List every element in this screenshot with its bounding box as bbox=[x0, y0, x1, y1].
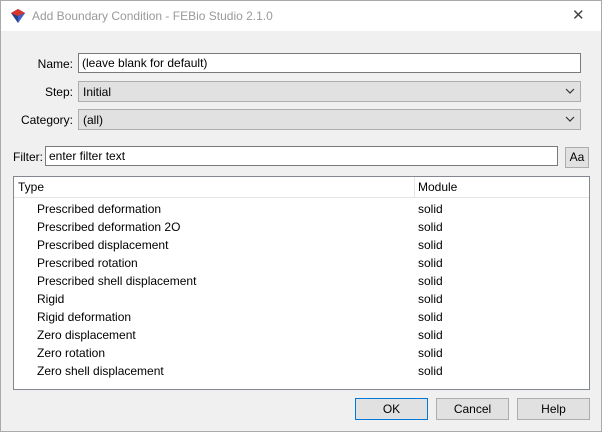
column-header-module[interactable]: Module bbox=[418, 180, 457, 194]
ok-button[interactable]: OK bbox=[355, 398, 428, 420]
list-item-type: Zero displacement bbox=[37, 328, 136, 342]
list-item[interactable]: Zero rotation solid bbox=[14, 344, 589, 362]
list-item-module: solid bbox=[418, 238, 443, 252]
list-item[interactable]: Rigid deformation solid bbox=[14, 308, 589, 326]
list-item-module: solid bbox=[418, 364, 443, 378]
list-item-module: solid bbox=[418, 346, 443, 360]
chevron-down-icon bbox=[565, 116, 575, 122]
list-item[interactable]: Rigid solid bbox=[14, 290, 589, 308]
filter-input-placeholder: enter filter text bbox=[49, 149, 126, 163]
list-item-type: Prescribed deformation bbox=[37, 202, 162, 216]
title-bar[interactable]: Add Boundary Condition - FEBio Studio 2.… bbox=[1, 1, 601, 31]
list-item-module: solid bbox=[418, 328, 443, 342]
list-item-type: Zero shell displacement bbox=[37, 364, 164, 378]
chevron-down-icon bbox=[565, 88, 575, 94]
boundary-condition-list[interactable]: Type Module Prescribed deformation solid… bbox=[13, 176, 590, 390]
list-item-type: Prescribed displacement bbox=[37, 238, 169, 252]
list-item[interactable]: Zero shell displacement solid bbox=[14, 362, 589, 380]
match-case-button[interactable]: Aa bbox=[565, 147, 589, 168]
filter-label: Filter: bbox=[13, 150, 43, 164]
list-item-module: solid bbox=[418, 256, 443, 270]
category-select[interactable]: (all) bbox=[78, 109, 581, 130]
step-select-value: Initial bbox=[83, 85, 112, 99]
list-item-module: solid bbox=[418, 274, 443, 288]
list-item-type: Zero rotation bbox=[37, 346, 106, 360]
list-item-module: solid bbox=[418, 202, 443, 216]
list-header: Type Module bbox=[14, 177, 589, 198]
help-button[interactable]: Help bbox=[517, 398, 590, 420]
column-header-type[interactable]: Type bbox=[18, 180, 44, 194]
list-item[interactable]: Prescribed displacement solid bbox=[14, 236, 589, 254]
cancel-button[interactable]: Cancel bbox=[436, 398, 509, 420]
close-icon: ✕ bbox=[572, 7, 585, 24]
step-label: Step: bbox=[44, 85, 73, 99]
febio-app-icon bbox=[11, 9, 25, 23]
list-item[interactable]: Prescribed deformation 2O solid bbox=[14, 218, 589, 236]
category-label: Category: bbox=[20, 113, 73, 127]
list-item-type: Prescribed shell displacement bbox=[37, 274, 197, 288]
list-item-type: Rigid deformation bbox=[37, 310, 132, 324]
list-item[interactable]: Prescribed deformation solid bbox=[14, 200, 589, 218]
list-item[interactable]: Prescribed rotation solid bbox=[14, 254, 589, 272]
step-select[interactable]: Initial bbox=[78, 81, 581, 102]
category-select-value: (all) bbox=[83, 113, 103, 127]
list-item-module: solid bbox=[418, 310, 443, 324]
list-item-type: Rigid bbox=[37, 292, 65, 306]
column-divider[interactable] bbox=[414, 177, 415, 197]
list-item[interactable]: Zero displacement solid bbox=[14, 326, 589, 344]
list-item[interactable]: Prescribed shell displacement solid bbox=[14, 272, 589, 290]
dialog-window: Add Boundary Condition - FEBio Studio 2.… bbox=[0, 0, 602, 432]
filter-input[interactable]: enter filter text bbox=[45, 146, 558, 166]
list-item-module: solid bbox=[418, 220, 443, 234]
close-button[interactable]: ✕ bbox=[555, 1, 601, 31]
list-item-type: Prescribed deformation 2O bbox=[37, 220, 181, 234]
window-title: Add Boundary Condition - FEBio Studio 2.… bbox=[32, 9, 273, 23]
name-input[interactable]: (leave blank for default) bbox=[78, 53, 581, 73]
list-item-module: solid bbox=[418, 292, 443, 306]
name-input-value: (leave blank for default) bbox=[82, 56, 208, 70]
list-item-type: Prescribed rotation bbox=[37, 256, 138, 270]
name-label: Name: bbox=[37, 57, 73, 71]
